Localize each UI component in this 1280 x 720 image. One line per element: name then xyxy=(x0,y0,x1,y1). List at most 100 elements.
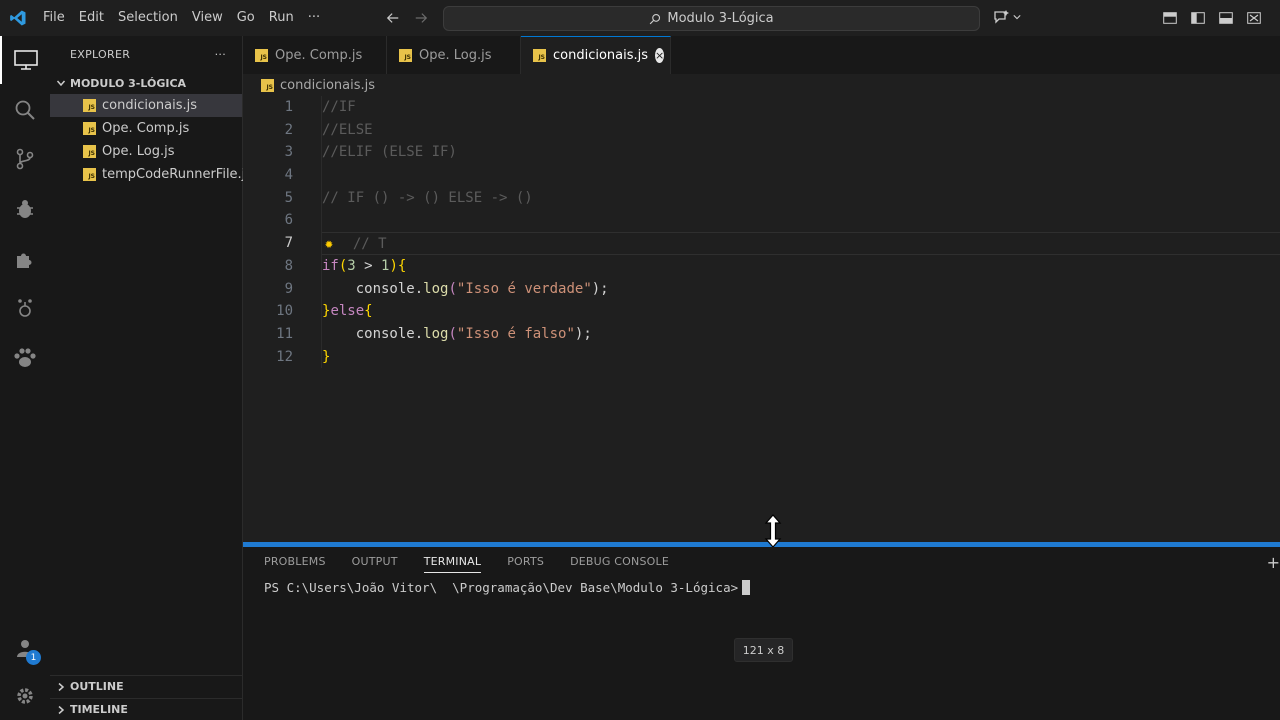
close-icon[interactable]: × xyxy=(655,48,665,63)
code-line: } xyxy=(322,346,1280,369)
explorer-more-button[interactable]: ··· xyxy=(215,48,226,61)
chevron-down-icon xyxy=(56,80,66,87)
code-bracket: } xyxy=(322,348,331,365)
line-number: 12 xyxy=(276,348,293,365)
source-control-icon[interactable] xyxy=(0,135,50,183)
tab-terminal[interactable]: TERMINAL xyxy=(423,555,482,573)
file-item-ope-log[interactable]: JS Ope. Log.js xyxy=(50,140,242,163)
breadcrumb: JS condicionais.js xyxy=(243,74,1280,96)
line-number: 9 xyxy=(284,280,293,297)
code-keyword: else xyxy=(330,303,365,320)
tab-ope-comp[interactable]: JS Ope. Comp.js xyxy=(243,36,387,74)
line-number: 1 xyxy=(284,99,293,115)
code-bracket: { xyxy=(397,257,407,274)
menu-edit[interactable]: Edit xyxy=(72,0,111,36)
code-comment: //ELIF (ELSE IF) xyxy=(322,144,457,161)
menu-bar: File Edit Selection View Go Run ··· xyxy=(36,0,327,36)
explorer-icon[interactable] xyxy=(0,36,50,84)
line-number: 6 xyxy=(284,212,293,229)
nav-arrows xyxy=(384,0,430,36)
back-arrow-icon[interactable] xyxy=(384,9,402,27)
tab-output[interactable]: OUTPUT xyxy=(352,555,398,573)
paw-icon[interactable] xyxy=(0,334,50,382)
timeline-label: TIMELINE xyxy=(70,703,128,716)
code-editor[interactable]: 1 2 3 4 5 6 7 8 9 10 11 12 //IF //ELSE /… xyxy=(243,96,1280,542)
folder-modulo-3-logica[interactable]: MODULO 3-LÓGICA xyxy=(50,72,242,94)
file-item-ope-comp[interactable]: JS Ope. Comp.js xyxy=(50,117,242,140)
code-comment: //IF xyxy=(322,99,356,115)
file-label: Ope. Comp.js xyxy=(102,121,190,136)
chevron-right-icon xyxy=(58,682,65,691)
lightbulb-icon[interactable]: ✹ xyxy=(322,233,336,256)
terminal-size-tooltip: 121 x 8 xyxy=(734,638,793,662)
tab-problems[interactable]: PROBLEMS xyxy=(264,555,326,573)
code-bracket: ) xyxy=(389,257,398,274)
tab-ports[interactable]: PORTS xyxy=(507,555,544,573)
breadcrumb-file[interactable]: condicionais.js xyxy=(280,78,375,93)
layout-controls xyxy=(1160,8,1264,28)
extensions-icon[interactable] xyxy=(0,235,50,283)
search-icon xyxy=(650,13,661,24)
copilot-button[interactable] xyxy=(993,9,1021,25)
code-line: //ELSE xyxy=(322,119,1280,142)
editor-tabs: JS Ope. Comp.js JS Ope. Log.js JS condic… xyxy=(243,36,1280,74)
code-string: "Isso é falso" xyxy=(456,325,575,342)
code-punctuation: ); xyxy=(574,325,592,342)
code-punctuation: ); xyxy=(591,280,609,297)
line-number: 10 xyxy=(276,303,293,320)
code-function: log xyxy=(423,325,449,342)
file-item-condicionais[interactable]: JS condicionais.js xyxy=(50,94,242,117)
code-comment: //ELSE xyxy=(322,121,373,138)
tab-condicionais[interactable]: JS condicionais.js × xyxy=(521,36,671,74)
timeline-section[interactable]: TIMELINE xyxy=(50,698,243,720)
new-terminal-plus-icon[interactable]: + xyxy=(1267,553,1280,572)
tab-label: Ope. Comp.js xyxy=(275,47,363,63)
file-item-tempcoderunnerfile[interactable]: JS tempCodeRunnerFile.js xyxy=(50,163,252,186)
copilot-icon xyxy=(994,10,1009,24)
code-object: console. xyxy=(355,280,424,297)
code-function: log xyxy=(423,280,449,297)
bottom-panel: PROBLEMS OUTPUT TERMINAL PORTS DEBUG CON… xyxy=(243,547,1280,720)
forward-arrow-icon[interactable] xyxy=(412,9,430,27)
gear-icon[interactable] xyxy=(0,672,50,720)
toggle-secondary-sidebar-icon[interactable] xyxy=(1216,8,1236,28)
accounts-icon[interactable]: 1 xyxy=(0,624,50,672)
line-number: 7 xyxy=(284,235,293,252)
command-center-search[interactable]: Modulo 3-Lógica xyxy=(443,6,980,31)
toggle-panel-icon[interactable] xyxy=(1188,8,1208,28)
code-line: console.log("Isso é verdade"); xyxy=(322,278,1280,301)
tab-debug-console[interactable]: DEBUG CONSOLE xyxy=(570,555,669,573)
outline-label: OUTLINE xyxy=(70,680,124,693)
menu-view[interactable]: View xyxy=(185,0,230,36)
menu-go[interactable]: Go xyxy=(230,0,262,36)
js-file-icon: JS xyxy=(83,99,96,112)
toggle-primary-sidebar-icon[interactable] xyxy=(1160,8,1180,28)
menu-selection[interactable]: Selection xyxy=(111,0,185,36)
customize-layout-icon[interactable] xyxy=(1244,8,1264,28)
panel-tabs: PROBLEMS OUTPUT TERMINAL PORTS DEBUG CON… xyxy=(264,555,669,573)
folder-label: MODULO 3-LÓGICA xyxy=(70,76,187,90)
code-object: console. xyxy=(355,325,424,342)
menu-file[interactable]: File xyxy=(36,0,72,36)
js-file-icon: JS xyxy=(399,48,412,62)
code-line: console.log("Isso é falso"); xyxy=(322,323,1280,346)
chevron-down-icon xyxy=(1013,15,1021,20)
outline-section[interactable]: OUTLINE xyxy=(50,675,243,697)
terminal-output[interactable]: PS C:\Users\João Vitor\ \Programação\Dev… xyxy=(264,580,751,595)
search-icon[interactable] xyxy=(0,86,50,134)
terminal-cursor xyxy=(742,580,751,595)
code-line-current: ✹ // T xyxy=(322,232,1280,255)
code-area[interactable]: //IF //ELSE //ELIF (ELSE IF) // IF () ->… xyxy=(321,96,1280,369)
code-string: "Isso é verdade" xyxy=(456,280,592,297)
code-comment: // T xyxy=(352,236,387,253)
file-label: condicionais.js xyxy=(102,98,198,113)
testing-icon[interactable] xyxy=(0,284,50,332)
menu-more[interactable]: ··· xyxy=(301,0,327,36)
tab-ope-log[interactable]: JS Ope. Log.js xyxy=(387,36,521,74)
explorer-header: EXPLORER ··· xyxy=(50,36,242,72)
menu-run[interactable]: Run xyxy=(262,0,301,36)
code-bracket: ( xyxy=(448,280,457,297)
js-file-icon: JS xyxy=(83,122,96,135)
run-debug-icon[interactable] xyxy=(0,185,50,233)
